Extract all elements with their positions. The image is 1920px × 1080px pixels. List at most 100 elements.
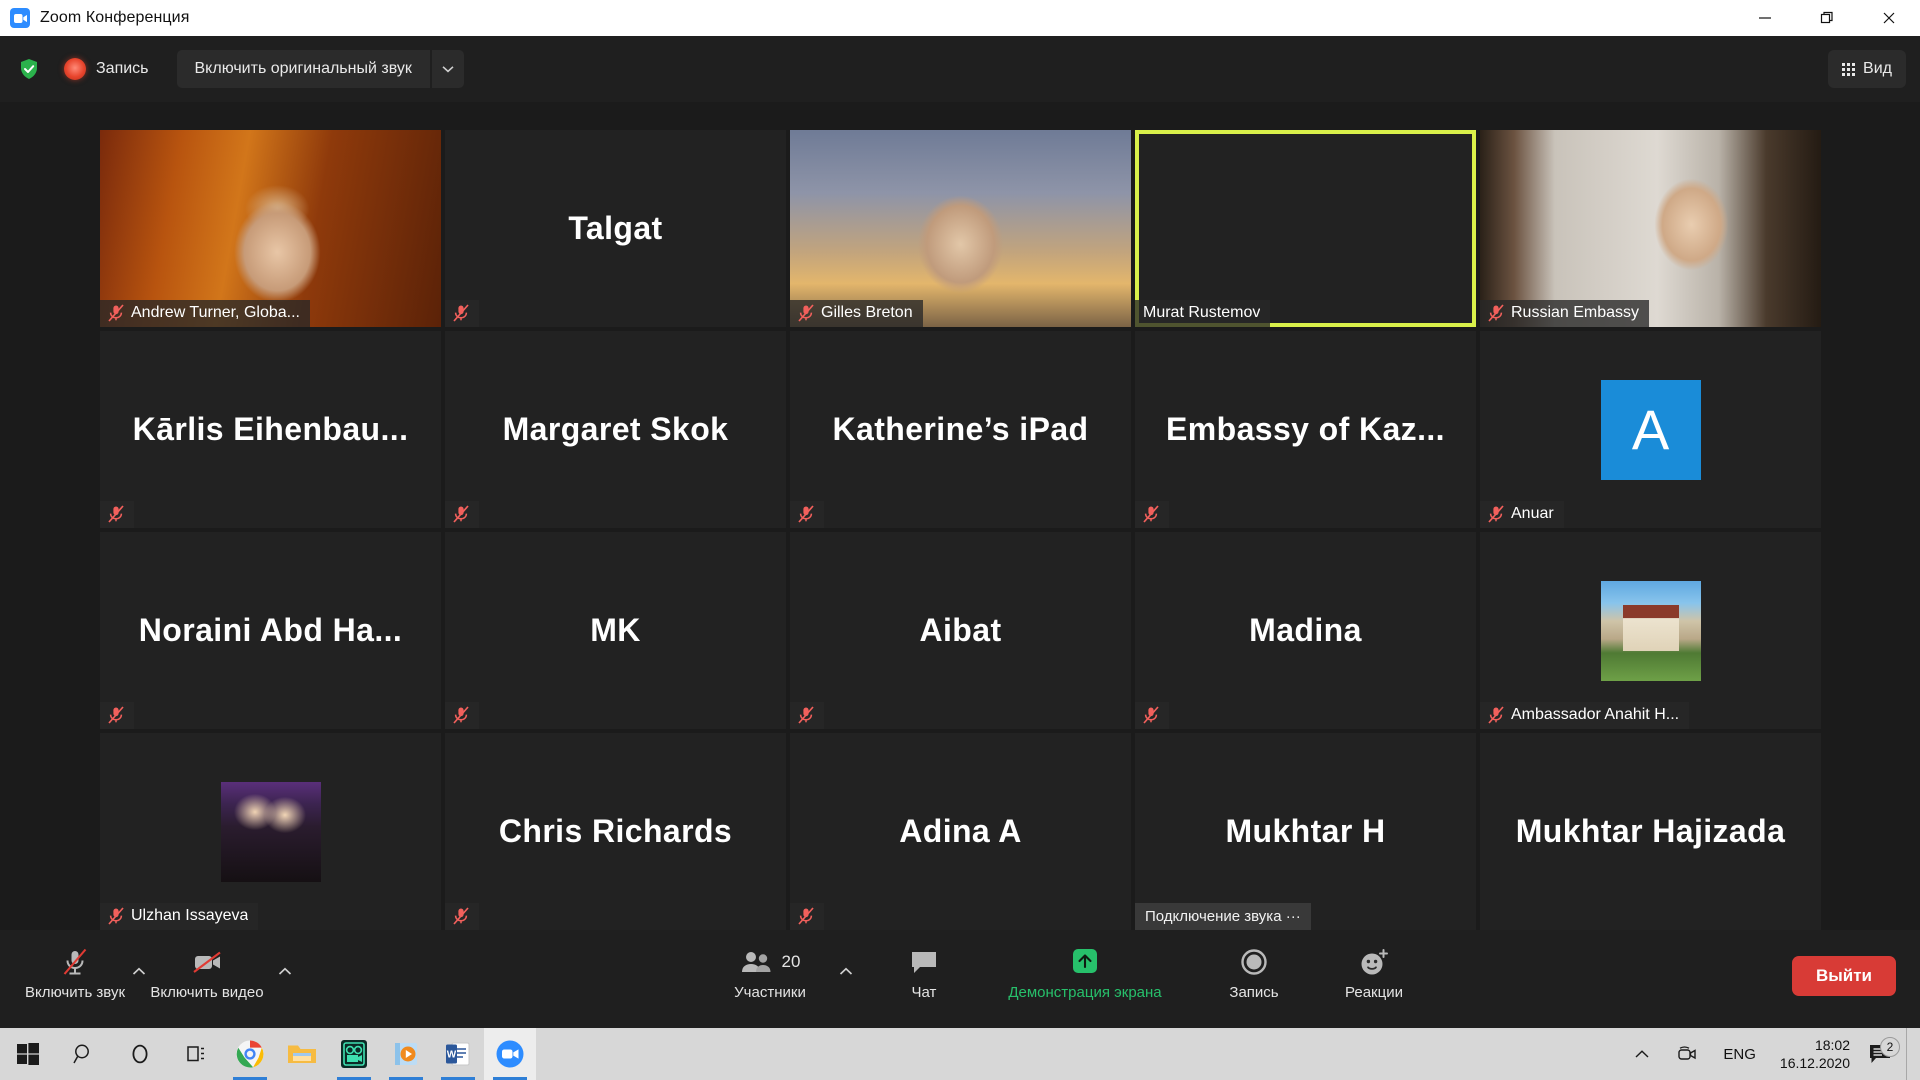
participant-tile[interactable]: Adina A xyxy=(790,733,1131,930)
video-editor-taskbar-icon[interactable] xyxy=(328,1028,380,1080)
close-button[interactable] xyxy=(1858,0,1920,36)
record-button[interactable]: Запись xyxy=(1195,942,1313,1001)
participant-tile[interactable]: Aibat xyxy=(790,532,1131,729)
participant-grid: Andrew Turner, Globa... Talgat Gilles Bret… xyxy=(100,130,1821,930)
grid-icon xyxy=(1842,62,1856,76)
tray-overflow-button[interactable] xyxy=(1621,1028,1663,1080)
participant-tile[interactable]: Margaret Skok xyxy=(445,331,786,528)
participant-tile[interactable]: Mukhtar Hajizada xyxy=(1480,733,1821,930)
participant-name-bar: Ambassador Anahit H... xyxy=(1480,702,1690,729)
recording-label: Запись xyxy=(96,60,149,77)
participant-display-name: Embassy of Kaz... xyxy=(1166,411,1445,447)
window-controls xyxy=(1734,0,1920,36)
participant-tile[interactable]: Chris Richards xyxy=(445,733,786,930)
restore-button[interactable] xyxy=(1796,0,1858,36)
participant-name-bar xyxy=(445,501,479,528)
participant-name-bar xyxy=(100,501,134,528)
microphone-muted-icon xyxy=(1143,505,1159,523)
video-stage: Andrew Turner, Globa... Talgat Gilles Bret… xyxy=(0,102,1920,930)
original-audio-button[interactable]: Включить оригинальный звук xyxy=(176,50,430,88)
participant-tile[interactable]: Ulzhan Issayeva xyxy=(100,733,441,930)
leave-meeting-button[interactable]: Выйти xyxy=(1791,956,1896,996)
participant-display-name: Adina A xyxy=(899,813,1022,849)
media-player-taskbar-icon[interactable] xyxy=(380,1028,432,1080)
share-screen-label: Демонстрация экрана xyxy=(1008,984,1162,1001)
participant-tile[interactable]: Katherine’s iPad xyxy=(790,331,1131,528)
participant-name-bar xyxy=(790,903,824,930)
notification-center-button[interactable]: 2 xyxy=(1862,1037,1906,1065)
window-title: Zoom Конференция xyxy=(40,9,190,26)
participant-display-name: MK xyxy=(590,612,641,648)
show-desktop-button[interactable] xyxy=(1906,1028,1914,1080)
shield-check-icon[interactable] xyxy=(16,56,42,82)
participant-tile[interactable]: Ambassador Anahit H... xyxy=(1480,532,1821,729)
participant-tile[interactable]: Russian Embassy xyxy=(1480,130,1821,327)
audio-options-caret[interactable] xyxy=(128,960,150,982)
start-video-button[interactable]: Включить видео xyxy=(148,942,266,1001)
unmute-audio-button[interactable]: Включить звук xyxy=(16,942,134,1001)
participant-name-label: Ambassador Anahit H... xyxy=(1511,706,1680,723)
participant-tile[interactable]: Murat Rustemov xyxy=(1135,130,1476,327)
task-view-button[interactable] xyxy=(168,1028,224,1080)
meeting-controls-bar: Включить звук Включить видео 20 Участник… xyxy=(0,930,1920,1028)
recording-indicator[interactable]: Запись xyxy=(64,58,149,80)
language-indicator[interactable]: ENG xyxy=(1711,1046,1768,1063)
microphone-muted-icon xyxy=(1488,706,1504,724)
file-explorer-taskbar-icon[interactable] xyxy=(276,1028,328,1080)
participants-count: 20 xyxy=(781,952,801,971)
view-button[interactable]: Вид xyxy=(1828,50,1906,88)
view-label: Вид xyxy=(1863,60,1892,77)
system-tray: ENG 18:02 16.12.2020 2 xyxy=(1621,1028,1920,1080)
start-button[interactable] xyxy=(0,1028,56,1080)
participant-tile[interactable]: Talgat xyxy=(445,130,786,327)
participant-name-bar xyxy=(445,903,479,930)
clock[interactable]: 18:02 16.12.2020 xyxy=(1768,1036,1862,1072)
reactions-label: Реакции xyxy=(1345,984,1403,1001)
participant-tile[interactable]: Gilles Breton xyxy=(790,130,1131,327)
search-button[interactable] xyxy=(56,1028,112,1080)
participant-tile[interactable]: Noraini Abd Ha... xyxy=(100,532,441,729)
avatar: A xyxy=(1600,379,1701,480)
chrome-taskbar-icon[interactable] xyxy=(224,1028,276,1080)
microphone-muted-icon xyxy=(1488,304,1504,322)
participant-name-bar xyxy=(1135,702,1169,729)
people-icon: 20 xyxy=(740,942,801,982)
webcam-icon[interactable] xyxy=(1663,1028,1711,1080)
participant-name-label: Anuar xyxy=(1511,505,1554,522)
smiley-plus-icon xyxy=(1357,942,1391,982)
participant-tile[interactable]: A Anuar xyxy=(1480,331,1821,528)
video-options-caret[interactable] xyxy=(274,960,296,982)
participant-name-bar: Andrew Turner, Globa... xyxy=(100,300,310,327)
microphone-muted-icon xyxy=(798,907,814,925)
participant-tile[interactable]: Madina xyxy=(1135,532,1476,729)
participant-tile[interactable]: Andrew Turner, Globa... xyxy=(100,130,441,327)
chat-button[interactable]: Чат xyxy=(865,942,983,1001)
window-title-bar: Zoom Конференция xyxy=(0,0,1920,36)
participant-display-name: Chris Richards xyxy=(498,813,733,849)
microphone-muted-icon xyxy=(1143,706,1159,724)
participant-video xyxy=(1135,130,1476,327)
participants-button[interactable]: 20 Участники xyxy=(700,942,840,1001)
participant-tile[interactable]: Mukhtar H Подключение звука ··· xyxy=(1135,733,1476,930)
share-screen-button[interactable]: Демонстрация экрана xyxy=(985,942,1185,1001)
reactions-button[interactable]: Реакции xyxy=(1315,942,1433,1001)
cortana-button[interactable] xyxy=(112,1028,168,1080)
participant-display-name: Katherine’s iPad xyxy=(832,411,1089,447)
start-video-label: Включить видео xyxy=(150,984,264,1001)
original-audio-group: Включить оригинальный звук xyxy=(176,50,464,88)
chat-label: Чат xyxy=(911,984,937,1001)
microphone-muted-icon xyxy=(108,505,124,523)
participants-options-caret[interactable] xyxy=(835,960,857,982)
word-taskbar-icon[interactable]: W xyxy=(432,1028,484,1080)
participant-display-name: Margaret Skok xyxy=(502,411,729,447)
minimize-button[interactable] xyxy=(1734,0,1796,36)
participant-tile[interactable]: Kārlis Eihenbau... xyxy=(100,331,441,528)
participants-label: Участники xyxy=(734,984,806,1001)
zoom-taskbar-icon[interactable] xyxy=(484,1028,536,1080)
avatar xyxy=(220,781,321,882)
chevron-down-icon[interactable] xyxy=(431,50,464,88)
participant-tile[interactable]: MK xyxy=(445,532,786,729)
record-dot-icon xyxy=(64,58,86,80)
microphone-muted-icon xyxy=(108,706,124,724)
participant-tile[interactable]: Embassy of Kaz... xyxy=(1135,331,1476,528)
